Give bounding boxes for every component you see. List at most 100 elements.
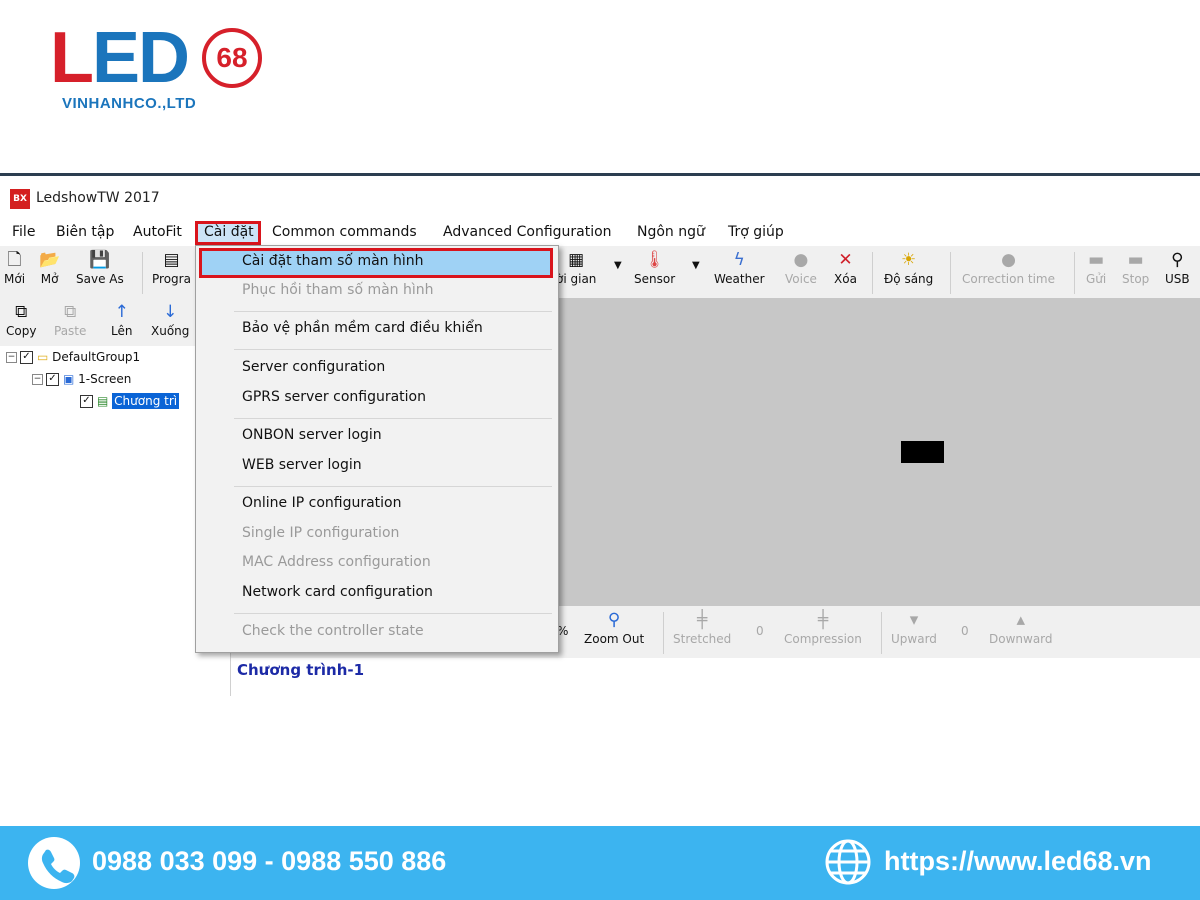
upward-value: 0 [961, 624, 969, 638]
new-button[interactable]: 🗋 Mới [4, 250, 25, 286]
delete-label: Xóa [834, 272, 857, 286]
zoom-out-icon: ⚲ [607, 610, 621, 630]
copy-button[interactable]: ⧉ Copy [6, 302, 36, 338]
downward-icon: ▴ [1016, 610, 1026, 630]
new-file-icon: 🗋 [7, 250, 22, 270]
logo-company: VINHANHCO.,LTD [62, 95, 197, 112]
monitor-icon: ▣ [63, 372, 75, 386]
move-up-button[interactable]: ↑ Lên [111, 302, 132, 338]
send-label: Gửi [1086, 272, 1107, 286]
menu-item-restore-parameters[interactable]: Phục hồi tham số màn hình [242, 282, 434, 298]
menu-separator [234, 613, 552, 614]
time-dropdown-arrow[interactable]: ▼ [614, 260, 622, 271]
menu-item-protect-card-software[interactable]: Bảo vệ phần mềm card điều khiển [242, 320, 483, 336]
logo-letter-e: E [91, 18, 140, 98]
compression-label: Compression [784, 632, 862, 646]
menu-item-mac-address-configuration[interactable]: MAC Address configuration [242, 554, 431, 570]
tree-item-screen[interactable]: − ✓ ▣ 1-Screen [32, 372, 131, 386]
logo-letter-l: L [50, 18, 94, 98]
menu-cai-dat[interactable]: Cài đặt [204, 224, 254, 240]
zoom-out-button[interactable]: ⚲ Zoom Out [584, 610, 644, 646]
folder-icon: ▭ [37, 350, 49, 364]
menu-file[interactable]: File [12, 224, 35, 240]
downward-label: Downward [989, 632, 1053, 646]
arrow-up-icon: ↑ [114, 302, 129, 322]
time-button[interactable]: ▦ ời gian [556, 250, 596, 286]
weather-button[interactable]: ϟ Weather [714, 250, 765, 286]
zoom-out-label: Zoom Out [584, 632, 645, 646]
send-button[interactable]: ▬ Gửi [1086, 250, 1106, 286]
collapse-icon[interactable]: − [32, 374, 43, 385]
downward-button[interactable]: ▴ Downward [989, 610, 1053, 646]
down-label: Xuống [151, 324, 190, 338]
stretched-button[interactable]: ╪ Stretched [673, 610, 731, 646]
tree-item-group[interactable]: − ✓ ▭ DefaultGroup1 [6, 350, 140, 364]
menu-advanced-configuration[interactable]: Advanced Configuration [443, 224, 612, 240]
led-screen-preview[interactable] [901, 441, 944, 463]
program-button[interactable]: ▤ Progra [152, 250, 191, 286]
brightness-button[interactable]: ☀ Độ sáng [884, 250, 933, 286]
menu-item-online-ip-configuration[interactable]: Online IP configuration [242, 495, 402, 511]
checkbox-checked-icon[interactable]: ✓ [46, 373, 59, 386]
chevron-down-icon: ▼ [614, 260, 622, 271]
menu-item-screen-parameters[interactable]: Cài đặt tham số màn hình [242, 253, 424, 269]
menu-tro-giup[interactable]: Trợ giúp [728, 224, 784, 240]
menu-bien-tap[interactable]: Biên tập [56, 224, 114, 240]
send-icon: ▬ [1088, 250, 1105, 270]
checkbox-checked-icon[interactable]: ✓ [80, 395, 93, 408]
sensor-button[interactable]: 🌡 Sensor [634, 250, 675, 286]
usb-label: USB [1165, 272, 1190, 286]
menu-autofit[interactable]: AutoFit [133, 224, 182, 240]
footer-bar: 0988 033 099 - 0988 550 886 https://www.… [0, 826, 1200, 900]
menu-common-commands[interactable]: Common commands [272, 224, 417, 240]
menu-item-server-configuration[interactable]: Server configuration [242, 359, 385, 375]
stop-button[interactable]: ▬ Stop [1122, 250, 1149, 286]
correction-time-button[interactable]: ● Correction time [962, 250, 1055, 286]
menu-separator [234, 349, 552, 350]
weather-icon: ϟ [733, 250, 745, 270]
save-as-button[interactable]: 💾 Save As [76, 250, 124, 286]
stop-icon: ▬ [1127, 250, 1144, 270]
paste-icon: ⧉ [64, 302, 77, 322]
usb-button[interactable]: ⚲ USB [1165, 250, 1190, 286]
menu-item-network-card-configuration[interactable]: Network card configuration [242, 584, 433, 600]
menu-item-gprs-server-configuration[interactable]: GPRS server configuration [242, 389, 426, 405]
copy-icon: ⧉ [15, 302, 28, 322]
menu-item-web-server-login[interactable]: WEB server login [242, 457, 362, 473]
compression-icon: ╪ [817, 610, 829, 630]
save-icon: 💾 [89, 250, 111, 270]
group-label: DefaultGroup1 [52, 350, 141, 364]
time-label: ời gian [556, 272, 597, 286]
up-label: Lên [111, 324, 133, 338]
move-down-button[interactable]: ↓ Xuống [151, 302, 189, 338]
voice-button[interactable]: ● Voice [785, 250, 817, 286]
menu-ngon-ngu[interactable]: Ngôn ngữ [637, 224, 705, 240]
delete-button[interactable]: ✕ Xóa [834, 250, 857, 286]
chevron-down-icon: ▼ [692, 260, 700, 271]
collapse-icon[interactable]: − [6, 352, 17, 363]
menu-item-onbon-server-login[interactable]: ONBON server login [242, 427, 382, 443]
save-as-label: Save As [76, 272, 124, 286]
new-label: Mới [4, 272, 26, 286]
paste-button[interactable]: ⧉ Paste [54, 302, 86, 338]
app-window: BX LedshowTW 2017 File Biên tập AutoFit … [0, 173, 1200, 696]
thermometer-icon: 🌡 [643, 250, 666, 270]
tree-item-program[interactable]: ✓ ▤ Chương trì [80, 393, 180, 409]
checkbox-checked-icon[interactable]: ✓ [20, 351, 33, 364]
menu-item-single-ip-configuration[interactable]: Single IP configuration [242, 525, 399, 541]
website-link[interactable]: https://www.led68.vn [884, 846, 1152, 877]
upward-button[interactable]: ▾ Upward [891, 610, 937, 646]
compression-button[interactable]: ╪ Compression [784, 610, 862, 646]
open-label: Mở [40, 272, 59, 286]
main-toolbar: 🗋 Mới 📂 Mở 💾 Save As ▤ Progra ▦ ời gian ▼ 🌡 Se… [0, 246, 1200, 299]
sensor-dropdown-arrow[interactable]: ▼ [692, 260, 700, 271]
logo-number: 68 [202, 28, 262, 88]
paste-label: Paste [54, 324, 87, 338]
open-button[interactable]: 📂 Mở [39, 250, 60, 286]
toolbar-separator [950, 252, 951, 294]
menu-item-check-controller-state[interactable]: Check the controller state [242, 623, 424, 639]
upward-label: Upward [891, 632, 937, 646]
toolbar-separator [663, 612, 664, 654]
clock-icon: ▦ [568, 250, 585, 270]
window-title: LedshowTW 2017 [36, 190, 160, 206]
